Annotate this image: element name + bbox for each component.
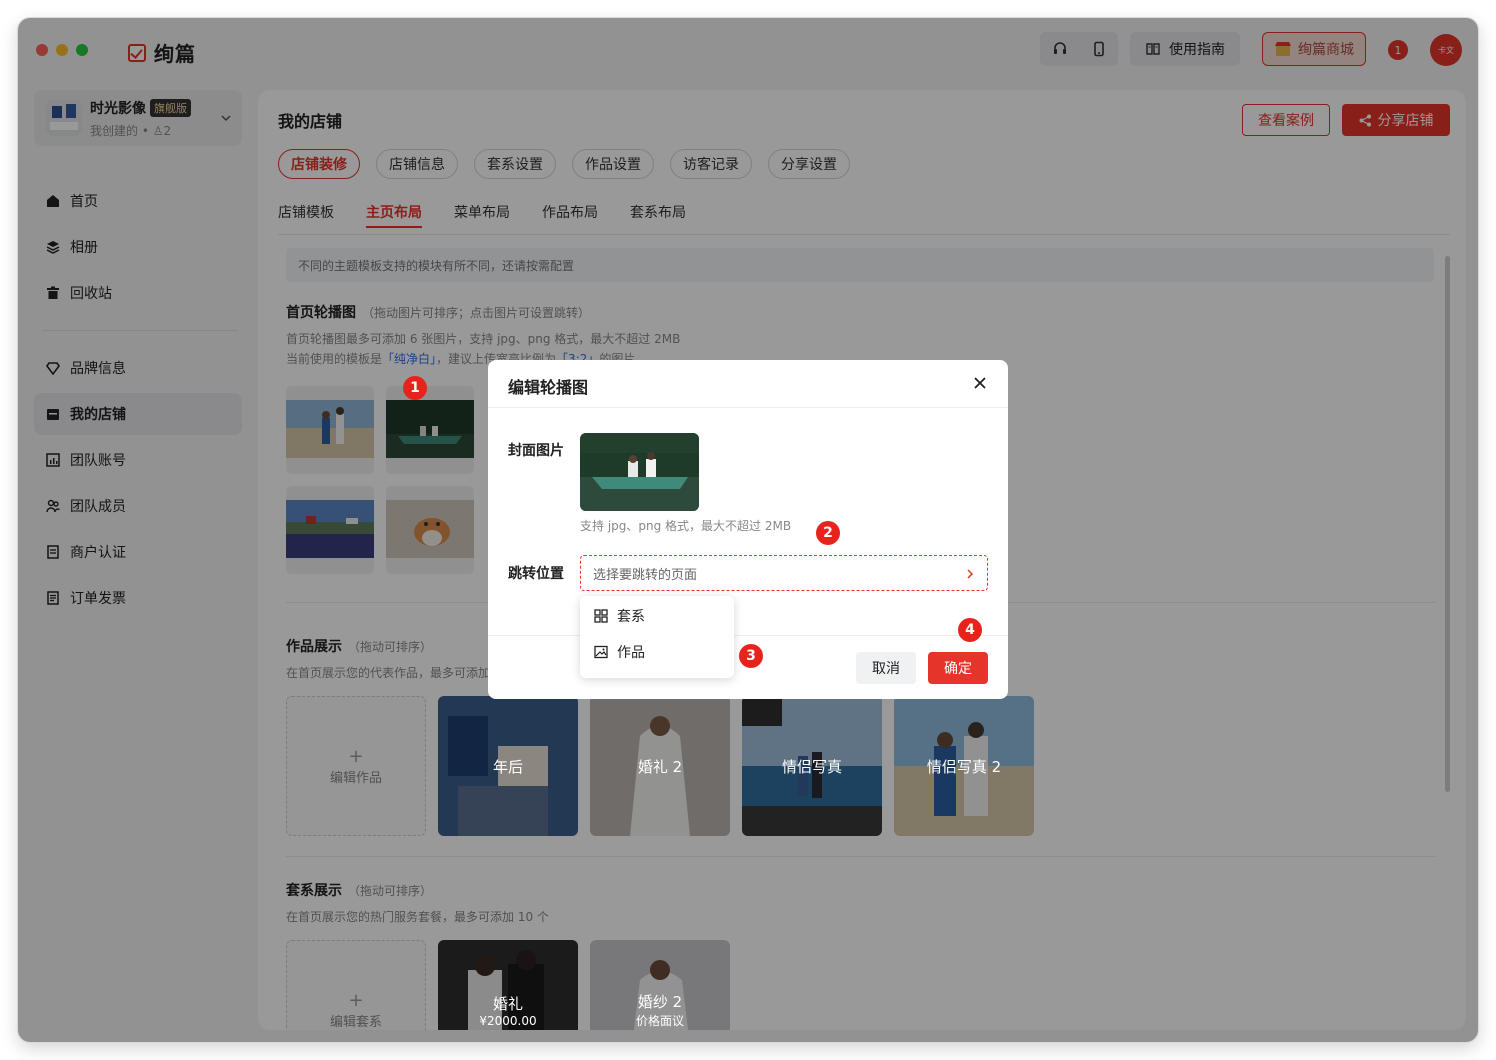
jump-target-placeholder: 选择要跳转的页面 <box>593 567 698 583</box>
jump-target-dropdown: 套系 作品 <box>580 596 734 678</box>
modal-header-divider <box>488 407 1008 408</box>
package-card-name: 婚纱 2 <box>637 993 683 1011</box>
modal-footer-divider <box>488 635 1008 636</box>
package-card-price: 价格面议 <box>635 1014 684 1028</box>
dropdown-item-work[interactable]: 作品 <box>580 634 734 670</box>
cover-image[interactable] <box>580 433 699 511</box>
package-card-name: 婚礼 <box>492 994 523 1013</box>
step-badge: 1 <box>403 376 427 400</box>
close-icon[interactable] <box>973 376 987 390</box>
work-card-title: 情侣写真 2 <box>926 757 1002 776</box>
dropdown-item-label: 作品 <box>617 645 645 661</box>
cover-label: 封面图片 <box>508 443 564 459</box>
work-card-title: 年后 <box>492 757 523 776</box>
package-card-price: ¥2000.00 <box>479 1013 537 1028</box>
dropdown-item-label: 套系 <box>617 609 645 625</box>
modal-title: 编辑轮播图 <box>508 378 589 397</box>
jump-label: 跳转位置 <box>508 566 564 582</box>
step-badge: 2 <box>816 521 840 545</box>
app-window: 绚篇 使用指南 绚篇商城 1 卡文 时光影像 旗舰版 我创建的 • ♙2 首页 … <box>18 18 1478 1042</box>
work-card-title: 婚礼 2 <box>637 757 683 776</box>
step-badge: 4 <box>958 618 982 642</box>
chevron-right-icon <box>967 569 974 579</box>
cover-hint: 支持 jpg、png 格式，最大不超过 2MB <box>580 519 792 533</box>
jump-target-select[interactable]: 选择要跳转的页面 <box>580 555 988 591</box>
grid-icon <box>594 609 608 623</box>
dropdown-item-package[interactable]: 套系 <box>580 598 734 634</box>
step-badge: 3 <box>739 644 763 668</box>
cancel-button[interactable]: 取消 <box>856 652 916 684</box>
edit-carousel-modal: 编辑轮播图 封面图片 支持 jpg、png 格式，最大不超过 2MB 跳转位置 … <box>488 360 1008 699</box>
work-card-title: 情侣写真 <box>781 757 842 776</box>
image-icon <box>594 645 608 659</box>
confirm-button[interactable]: 确定 <box>928 652 988 684</box>
